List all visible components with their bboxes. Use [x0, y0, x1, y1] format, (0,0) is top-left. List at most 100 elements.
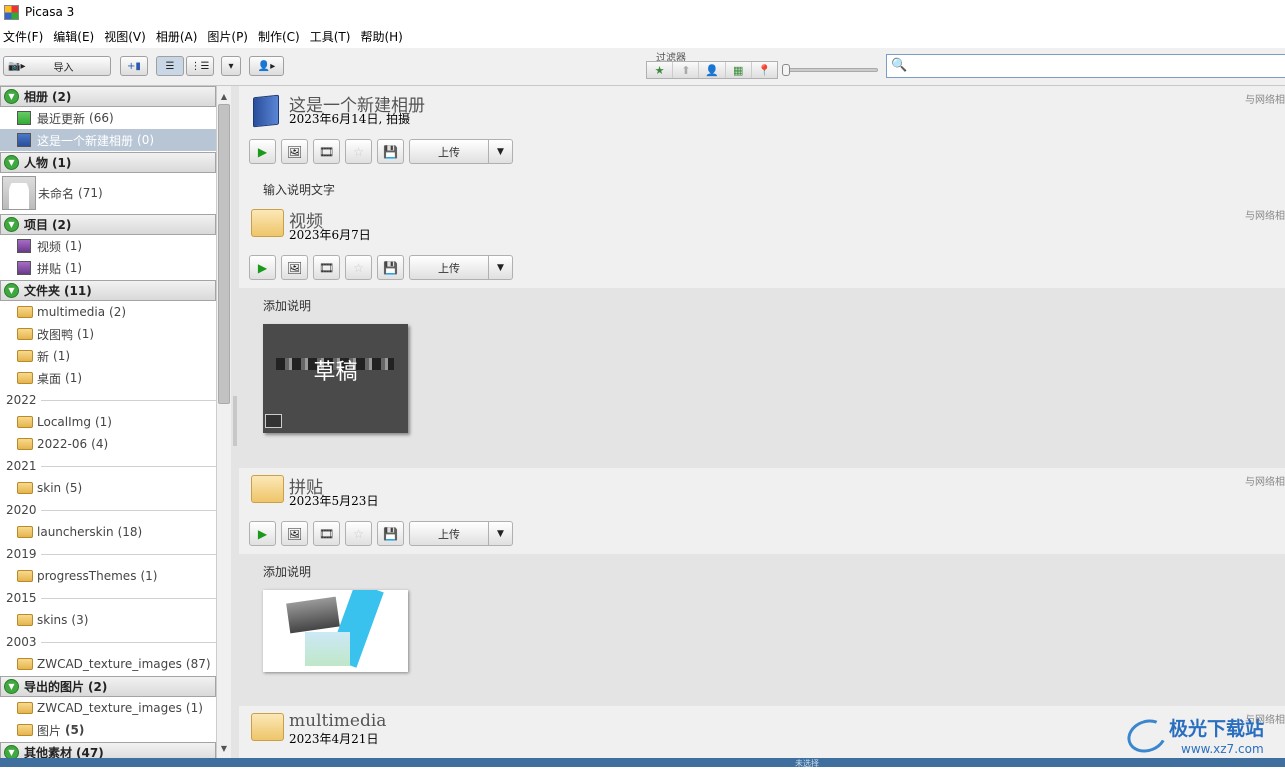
year-divider: 2015	[0, 587, 216, 609]
sidebar-item-folder[interactable]: ZWCAD_texture_images (1)	[0, 697, 216, 719]
sidebar-item-folder[interactable]: 新 (1)	[0, 345, 216, 367]
filter-bar: ★ ⬆ 👤 ▦ 📍	[646, 61, 778, 79]
import-button[interactable]: 📷▸ 导入	[3, 56, 111, 76]
people-button[interactable]: 👤▸	[249, 56, 284, 76]
date-filter-slider[interactable]	[782, 64, 878, 76]
sidebar-scrollbar[interactable]: ▲ ▼	[216, 86, 231, 758]
export-button[interactable]: 🖼	[281, 139, 308, 164]
filter-star-icon[interactable]: ★	[647, 62, 674, 78]
export-button[interactable]: 🖼	[281, 255, 308, 280]
sync-web-label[interactable]: 与网络相	[1245, 473, 1285, 488]
menu-edit[interactable]: 编辑(E)	[50, 28, 101, 45]
scroll-down-icon[interactable]: ▼	[217, 740, 231, 756]
collage-thumbnail[interactable]	[263, 590, 408, 672]
collapse-icon[interactable]: ▼	[4, 283, 19, 298]
item-label: 新	[37, 349, 50, 364]
slideshow-button[interactable]: ▶	[249, 521, 276, 546]
filter-movie-icon[interactable]: ▦	[726, 62, 752, 78]
sidebar-item-folder[interactable]: skins (3)	[0, 609, 216, 631]
movie-button[interactable]: 🎞	[313, 521, 340, 546]
collapse-icon[interactable]: ▼	[4, 679, 19, 694]
upload-button[interactable]: 上传	[409, 139, 489, 164]
sidebar-item-folder[interactable]: progressThemes (1)	[0, 565, 216, 587]
sync-web-label[interactable]: 与网络相	[1245, 207, 1285, 222]
sidebar-item-folder[interactable]: 桌面 (1)	[0, 367, 216, 389]
menu-create[interactable]: 制作(C)	[255, 28, 307, 45]
menu-picture[interactable]: 图片(P)	[204, 28, 255, 45]
sidebar-item-folder[interactable]: 图片 (5)	[0, 719, 216, 741]
sidebar-item-folder[interactable]: skin (5)	[0, 477, 216, 499]
section-albums[interactable]: ▼ 相册 (2)	[0, 86, 216, 107]
menu-view[interactable]: 视图(V)	[101, 28, 153, 45]
folder-icon	[17, 328, 33, 340]
new-album-button[interactable]: +▮	[120, 56, 148, 76]
search-input[interactable]: 🔍	[886, 54, 1285, 78]
sidebar-item-folder[interactable]: ZWCAD_texture_images (87)	[0, 653, 216, 675]
video-draft-thumbnail[interactable]: 草稿	[263, 324, 408, 433]
sidebar-item-collage[interactable]: 拼贴 (1)	[0, 257, 216, 279]
movie-button[interactable]: 🎞	[313, 255, 340, 280]
caption-field[interactable]: 添加说明	[263, 297, 311, 314]
section-other[interactable]: ▼ 其他素材 (47)	[0, 742, 216, 758]
sidebar-item-new-album[interactable]: 这是一个新建相册 (0)	[0, 129, 216, 151]
sidebar-item-folder[interactable]: launcherskin (18)	[0, 521, 216, 543]
film-icon: 🎞	[318, 144, 335, 159]
save-button[interactable]: 💾	[377, 255, 404, 280]
menu-tools[interactable]: 工具(T)	[307, 28, 358, 45]
collapse-icon[interactable]: ▼	[4, 155, 19, 170]
sort-dropdown-button[interactable]: ▾	[221, 56, 241, 76]
upload-dropdown-button[interactable]: ▼	[489, 521, 513, 546]
sidebar-item-folder[interactable]: multimedia (2)	[0, 301, 216, 323]
sync-web-label[interactable]: 与网络相	[1245, 91, 1285, 106]
scroll-up-icon[interactable]: ▲	[217, 88, 231, 104]
item-count: (87)	[185, 657, 211, 671]
item-count: (0)	[137, 133, 155, 147]
upload-dropdown-button[interactable]: ▼	[489, 139, 513, 164]
sidebar-item-recent[interactable]: 最近更新 (66)	[0, 107, 216, 129]
list-view-button[interactable]: ☰	[156, 56, 184, 76]
menu-album[interactable]: 相册(A)	[153, 28, 205, 45]
item-count: (1)	[65, 371, 83, 385]
caption-field[interactable]: 添加说明	[263, 563, 311, 580]
item-count: (2)	[109, 305, 127, 319]
slider-knob[interactable]	[782, 64, 790, 76]
section-people[interactable]: ▼ 人物 (1)	[0, 152, 216, 173]
upload-button[interactable]: 上传	[409, 255, 489, 280]
pane-divider[interactable]	[231, 86, 239, 758]
section-folders[interactable]: ▼ 文件夹 (11)	[0, 280, 216, 301]
star-button[interactable]: ☆	[345, 139, 372, 164]
upload-dropdown-button[interactable]: ▼	[489, 255, 513, 280]
album-group: 这是一个新建相册 2023年6月14日, 拍摄 与网络相 ▶ 🖼 🎞 ☆ 💾 上…	[239, 86, 1285, 202]
tree-view-button[interactable]: ⋮☰	[186, 56, 214, 76]
filter-uploaded-icon[interactable]: ⬆	[673, 62, 700, 78]
section-exported[interactable]: ▼ 导出的图片 (2)	[0, 676, 216, 697]
save-button[interactable]: 💾	[377, 139, 404, 164]
chevron-down-icon: ▼	[497, 528, 504, 539]
picasa-logo-icon	[4, 4, 19, 20]
menu-file[interactable]: 文件(F)	[0, 28, 50, 45]
caption-field[interactable]: 输入说明文字	[263, 181, 335, 198]
sidebar-item-unnamed-person[interactable]: 未命名 (71)	[0, 174, 216, 212]
upload-button[interactable]: 上传	[409, 521, 489, 546]
slideshow-button[interactable]: ▶	[249, 255, 276, 280]
collapse-icon[interactable]: ▼	[4, 745, 19, 758]
menu-help[interactable]: 帮助(H)	[357, 28, 409, 45]
section-projects[interactable]: ▼ 项目 (2)	[0, 214, 216, 235]
sidebar-item-folder[interactable]: LocalImg (1)	[0, 411, 216, 433]
slideshow-button[interactable]: ▶	[249, 139, 276, 164]
collapse-icon[interactable]: ▼	[4, 89, 19, 104]
album-title[interactable]: multimedia	[289, 711, 386, 731]
filter-geotag-icon[interactable]: 📍	[752, 62, 777, 78]
collapse-icon[interactable]: ▼	[4, 217, 19, 232]
divider-grip[interactable]	[233, 396, 237, 446]
sidebar-item-folder[interactable]: 改图鸭 (1)	[0, 323, 216, 345]
star-button[interactable]: ☆	[345, 521, 372, 546]
save-button[interactable]: 💾	[377, 521, 404, 546]
sidebar-item-folder[interactable]: 2022-06 (4)	[0, 433, 216, 455]
movie-button[interactable]: 🎞	[313, 139, 340, 164]
export-button[interactable]: 🖼	[281, 521, 308, 546]
star-button[interactable]: ☆	[345, 255, 372, 280]
sidebar-item-video[interactable]: 视频 (1)	[0, 235, 216, 257]
scrollbar-thumb[interactable]	[218, 104, 230, 404]
filter-face-icon[interactable]: 👤	[699, 62, 726, 78]
